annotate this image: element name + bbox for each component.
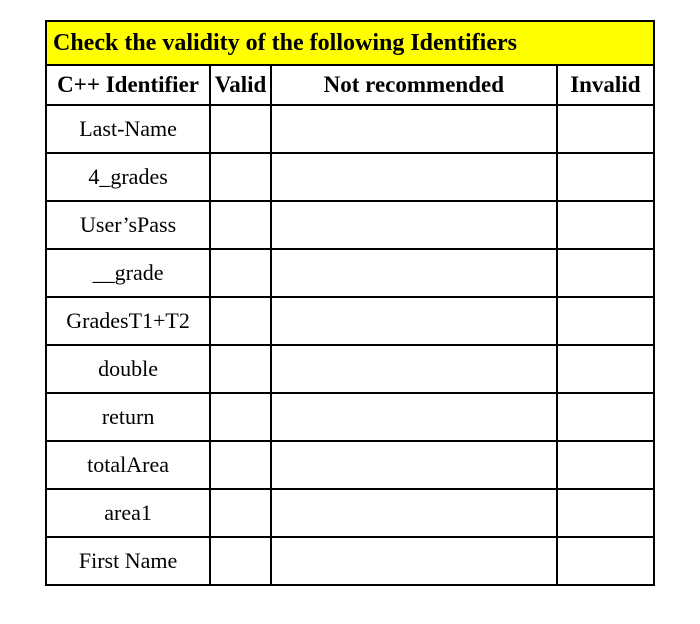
not-recommended-cell xyxy=(271,441,557,489)
table-row: Last-Name xyxy=(46,105,654,153)
invalid-cell xyxy=(557,153,654,201)
identifier-cell: area1 xyxy=(46,489,210,537)
valid-cell xyxy=(210,105,271,153)
not-recommended-cell xyxy=(271,297,557,345)
valid-cell xyxy=(210,153,271,201)
identifier-cell: User’sPass xyxy=(46,201,210,249)
not-recommended-cell xyxy=(271,489,557,537)
table-row: double xyxy=(46,345,654,393)
table-row: return xyxy=(46,393,654,441)
table-row: User’sPass xyxy=(46,201,654,249)
not-recommended-cell xyxy=(271,153,557,201)
not-recommended-cell xyxy=(271,393,557,441)
header-valid: Valid xyxy=(210,65,271,105)
invalid-cell xyxy=(557,537,654,585)
not-recommended-cell xyxy=(271,201,557,249)
not-recommended-cell xyxy=(271,537,557,585)
valid-cell xyxy=(210,249,271,297)
invalid-cell xyxy=(557,201,654,249)
identifier-cell: Last-Name xyxy=(46,105,210,153)
valid-cell xyxy=(210,537,271,585)
identifier-cell: GradesT1+T2 xyxy=(46,297,210,345)
table-row: area1 xyxy=(46,489,654,537)
table-title: Check the validity of the following Iden… xyxy=(46,21,654,65)
invalid-cell xyxy=(557,441,654,489)
valid-cell xyxy=(210,489,271,537)
valid-cell xyxy=(210,393,271,441)
table-title-row: Check the validity of the following Iden… xyxy=(46,21,654,65)
table-body: Last-Name4_gradesUser’sPass__gradeGrades… xyxy=(46,105,654,585)
header-identifier: C++ Identifier xyxy=(46,65,210,105)
valid-cell xyxy=(210,297,271,345)
identifier-validity-table: Check the validity of the following Iden… xyxy=(45,20,655,586)
table-row: __grade xyxy=(46,249,654,297)
invalid-cell xyxy=(557,249,654,297)
identifier-cell: 4_grades xyxy=(46,153,210,201)
identifier-cell: __grade xyxy=(46,249,210,297)
table-row: totalArea xyxy=(46,441,654,489)
invalid-cell xyxy=(557,489,654,537)
not-recommended-cell xyxy=(271,249,557,297)
header-invalid: Invalid xyxy=(557,65,654,105)
valid-cell xyxy=(210,201,271,249)
not-recommended-cell xyxy=(271,345,557,393)
valid-cell xyxy=(210,345,271,393)
invalid-cell xyxy=(557,297,654,345)
identifier-cell: return xyxy=(46,393,210,441)
not-recommended-cell xyxy=(271,105,557,153)
identifier-cell: First Name xyxy=(46,537,210,585)
table-row: First Name xyxy=(46,537,654,585)
invalid-cell xyxy=(557,393,654,441)
invalid-cell xyxy=(557,345,654,393)
identifier-cell: totalArea xyxy=(46,441,210,489)
identifier-cell: double xyxy=(46,345,210,393)
header-not-recommended: Not recommended xyxy=(271,65,557,105)
table-row: 4_grades xyxy=(46,153,654,201)
invalid-cell xyxy=(557,105,654,153)
valid-cell xyxy=(210,441,271,489)
table-row: GradesT1+T2 xyxy=(46,297,654,345)
table-header-row: C++ Identifier Valid Not recommended Inv… xyxy=(46,65,654,105)
